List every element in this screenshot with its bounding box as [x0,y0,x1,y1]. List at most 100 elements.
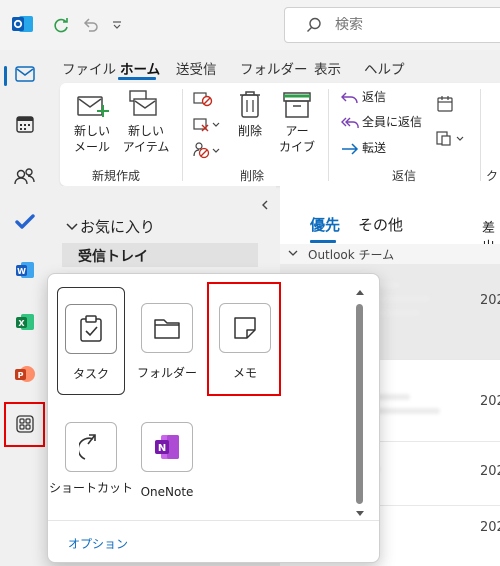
forward-icon [342,143,359,155]
rail-powerpoint[interactable]: P [0,354,50,394]
app-tile-tasks[interactable]: タスク [57,287,125,395]
flyout-scrollbar[interactable] [354,288,366,520]
group-label-new: 新規作成 [92,169,141,183]
scroll-up-icon[interactable] [355,288,365,296]
tab-other[interactable]: その他 [358,214,403,235]
tab-folder[interactable]: フォルダー [240,58,308,78]
group-separator [328,89,329,181]
search-box[interactable] [284,7,500,43]
forward-button[interactable]: 転送 [362,140,386,156]
new-item-icon [129,90,157,116]
word-icon: W [16,262,34,278]
ribbon-tabs: ファイル ホーム 送受信 フォルダー 表示 ヘルプ [50,50,500,82]
delete-button[interactable]: 削除 [232,123,268,139]
message-date: 202 [480,464,500,479]
message-date: 202 [480,394,500,409]
junk-icon[interactable] [193,141,221,159]
ignore-icon[interactable] [193,91,213,107]
group-header[interactable]: Outlook チーム [280,244,500,264]
tab-focused[interactable]: 優先 [310,214,340,235]
folder-inbox-label: 受信トレイ [78,249,148,265]
svg-text:W: W [17,267,26,276]
group-separator [182,89,183,181]
options-link[interactable]: オプション [68,535,128,552]
delete-icon [240,91,260,118]
message-date: 202 [480,293,500,308]
rail-word[interactable]: W [0,250,50,290]
calendar-icon [16,116,34,133]
tile-label: ショートカット [48,481,133,495]
tile-label: タスク [72,367,109,381]
clipboard-check-icon [80,315,102,342]
folder-inbox[interactable]: 受信トレイ [62,243,258,267]
message-date: 202 [480,520,500,535]
scroll-thumb[interactable] [356,304,363,504]
group-label-respond: 返信 [392,169,417,183]
reply-button[interactable]: 返信 [362,89,386,105]
cleanup-icon[interactable] [193,117,221,133]
rail-excel[interactable]: X [0,302,50,342]
archive-button[interactable]: アー カイブ [276,123,318,155]
flyout-divider [48,520,379,521]
search-input[interactable] [335,17,485,33]
svg-text:N: N [158,443,166,454]
active-tab-underline [118,77,156,80]
more-respond-icon[interactable] [436,129,466,147]
shortcuts-icon-box [65,422,117,472]
undo-icon[interactable] [80,14,102,36]
group-header-label: Outlook チーム [308,248,395,262]
collapse-pane-icon[interactable] [260,200,270,210]
reply-icon [341,92,358,104]
onenote-icon: N [155,435,179,459]
new-item-button[interactable]: 新しい アイテム [116,123,176,155]
scroll-down-icon[interactable] [355,510,365,518]
tile-label: フォルダー [136,366,197,380]
excel-icon: X [16,314,34,330]
group-label-delete: 削除 [240,169,265,183]
group-separator [480,89,481,181]
chevron-down-icon [288,250,298,256]
folder-icon [154,319,180,339]
svg-text:P: P [18,371,24,380]
tab-file[interactable]: ファイル [62,58,116,78]
highlight-notes-tile [207,282,281,396]
app-tile-onenote[interactable]: N OneNote [134,406,200,514]
search-icon [307,17,321,32]
outlook-logo-icon [12,16,33,32]
tab-view[interactable]: 表示 [314,58,341,78]
folders-icon-box [141,303,193,353]
reply-all-button[interactable]: 全員に返信 [362,114,422,130]
mail-icon [15,66,35,82]
app-rail: W X P [0,50,50,566]
tab-home[interactable]: ホーム [120,58,160,78]
new-mail-button[interactable]: 新しい メール [70,123,114,155]
onenote-icon-box: N [141,422,193,472]
active-indicator [4,66,7,86]
rail-calendar[interactable] [0,104,50,144]
tab-help[interactable]: ヘルプ [364,58,405,78]
customize-toolbar-icon[interactable] [106,14,128,36]
reply-all-icon [341,117,359,129]
todo-check-icon [15,214,35,229]
meeting-reply-icon[interactable] [436,95,456,113]
rail-people[interactable] [0,156,50,196]
rail-mail[interactable] [0,54,50,94]
highlight-more-apps [4,402,45,447]
title-bar [0,0,500,50]
rail-todo[interactable] [0,202,50,242]
shortcut-arrow-icon [79,434,96,460]
tasks-icon-box [65,304,117,354]
new-mail-icon [77,96,109,117]
send-receive-icon[interactable] [50,14,72,36]
app-tile-shortcuts[interactable]: ショートカット [49,406,133,514]
svg-text:X: X [18,319,25,328]
favorites-header[interactable]: お気に入り [80,216,155,237]
ribbon: 新しい メール 新しい アイテム 新規作成 削除 アー カイブ 削除 返信 全員… [60,83,500,200]
powerpoint-icon: P [15,366,35,382]
tile-label: OneNote [140,485,194,499]
focused-tab-underline [310,240,336,243]
app-tile-folders[interactable]: フォルダー [134,287,200,395]
chevron-down-icon[interactable] [66,222,78,232]
people-icon [14,168,35,185]
tab-send-receive[interactable]: 送受信 [176,58,217,78]
